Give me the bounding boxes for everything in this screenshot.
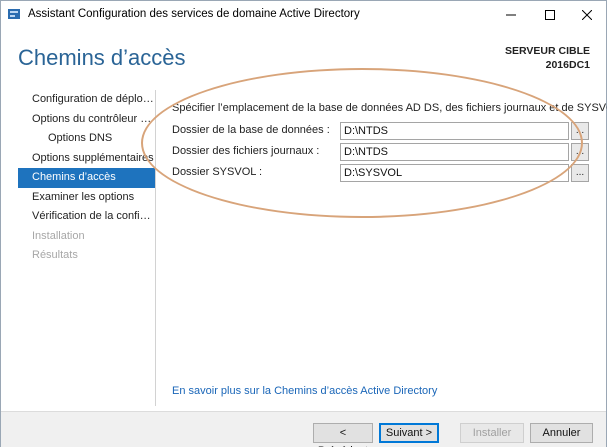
- nav-divider: [155, 90, 156, 406]
- target-server-label: SERVEUR CIBLE 2016DC1: [505, 44, 590, 72]
- nav-item-deployment-configuration[interactable]: Configuration de déploie...: [18, 90, 155, 110]
- window-title: Assistant Configuration des services de …: [28, 8, 360, 20]
- next-button[interactable]: Suivant >: [379, 423, 439, 443]
- paths-content: Spécifier l’emplacement de la base de do…: [172, 102, 607, 182]
- sysvol-folder-browse-button[interactable]: ...: [571, 164, 589, 182]
- previous-button[interactable]: < Précédent: [313, 423, 373, 447]
- nav-item-review-options[interactable]: Examiner les options: [18, 188, 155, 208]
- target-server-caption: SERVEUR CIBLE: [505, 45, 590, 57]
- database-folder-input[interactable]: [340, 122, 569, 140]
- minimize-icon: [506, 14, 516, 15]
- sysvol-folder-row: Dossier SYSVOL : ...: [172, 164, 592, 182]
- maximize-button[interactable]: [531, 1, 569, 28]
- nav-item-prerequisites-check[interactable]: Vérification de la configur...: [18, 207, 155, 227]
- nav-item-dc-options[interactable]: Options du contrôleur de...: [18, 110, 155, 130]
- nav-item-installation: Installation: [32, 229, 85, 242]
- wizard-footer: < Précédent Suivant > Installer Annuler: [1, 411, 606, 447]
- server-manager-icon: [8, 8, 20, 20]
- database-folder-browse-button[interactable]: ...: [571, 122, 589, 140]
- close-button[interactable]: [568, 1, 606, 28]
- close-icon: [582, 9, 592, 20]
- sysvol-folder-input[interactable]: [340, 164, 569, 182]
- nav-item-additional-options[interactable]: Options supplémentaires: [18, 149, 155, 169]
- cancel-button[interactable]: Annuler: [530, 423, 593, 443]
- log-folder-input[interactable]: [340, 143, 569, 161]
- help-link-paths[interactable]: En savoir plus sur la Chemins d’accès Ac…: [172, 385, 437, 397]
- wizard-navigation: Configuration de déploie... Options du c…: [18, 90, 155, 266]
- page-title: Chemins d’accès: [18, 45, 186, 70]
- log-folder-row: Dossier des fichiers journaux : ...: [172, 143, 592, 161]
- minimize-button[interactable]: [492, 1, 530, 28]
- log-folder-label: Dossier des fichiers journaux :: [172, 145, 320, 157]
- wizard-window: Assistant Configuration des services de …: [0, 0, 607, 447]
- nav-item-paths[interactable]: Chemins d’accès: [18, 168, 155, 188]
- nav-item-results: Résultats: [32, 249, 78, 261]
- database-folder-row: Dossier de la base de données : ...: [172, 122, 592, 140]
- log-folder-browse-button[interactable]: ...: [571, 143, 589, 161]
- paths-description: Spécifier l’emplacement de la base de do…: [172, 102, 607, 114]
- nav-item-dns-options[interactable]: Options DNS: [18, 129, 155, 149]
- target-server-name: 2016DC1: [545, 59, 590, 71]
- database-folder-label: Dossier de la base de données :: [172, 124, 330, 136]
- install-button: Installer: [460, 423, 524, 443]
- title-bar[interactable]: Assistant Configuration des services de …: [1, 1, 606, 28]
- sysvol-folder-label: Dossier SYSVOL :: [172, 166, 263, 178]
- maximize-icon: [545, 9, 555, 20]
